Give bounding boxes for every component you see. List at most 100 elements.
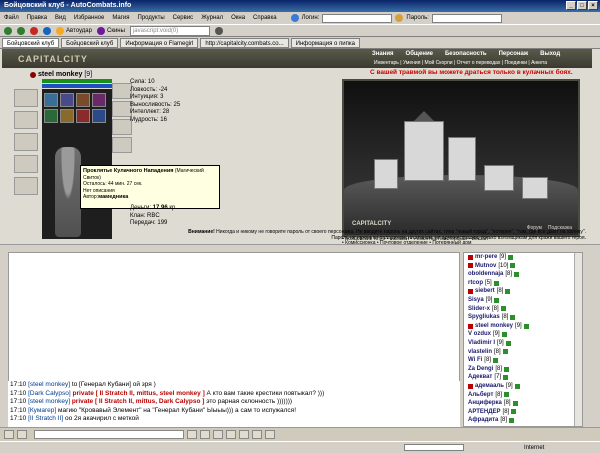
user-list-item[interactable]: Vladimir I [9] xyxy=(468,339,582,348)
login-input[interactable] xyxy=(322,13,393,23)
user-list-item[interactable]: Анциферка [8] xyxy=(468,399,582,408)
item-slot-right-1[interactable] xyxy=(112,83,132,99)
chat-input[interactable] xyxy=(34,430,184,439)
exit-chat-button[interactable] xyxy=(265,430,275,439)
user-list-item[interactable]: Альберт [8] xyxy=(468,391,582,400)
user-list-item[interactable]: steel monkey [9] xyxy=(468,322,582,331)
search-button[interactable] xyxy=(214,26,223,35)
info-icon[interactable] xyxy=(510,263,516,269)
address-input[interactable]: javascript:void(0) xyxy=(129,25,210,36)
info-icon[interactable] xyxy=(514,383,520,389)
menu-view[interactable]: Вид xyxy=(55,15,66,21)
user-list-item[interactable]: Wi Fi [8] xyxy=(468,356,582,365)
menu-magic[interactable]: Магия xyxy=(112,15,129,21)
info-icon[interactable] xyxy=(492,357,498,363)
character-name[interactable]: steel monkey [9] xyxy=(30,71,92,78)
user-list-item[interactable]: Mutnov [10] xyxy=(468,262,582,271)
info-icon[interactable] xyxy=(501,332,507,338)
item-slot-right-3[interactable] xyxy=(112,119,132,135)
smiles-button[interactable] xyxy=(200,430,210,439)
info-icon[interactable] xyxy=(508,254,514,260)
autosave-button[interactable]: Автоудар xyxy=(56,26,92,35)
info-icon[interactable] xyxy=(523,323,529,329)
clan-info[interactable]: Клан: RBC xyxy=(130,213,177,221)
item-slot-left-5[interactable] xyxy=(14,177,38,195)
nav-exit[interactable]: Выход xyxy=(540,51,560,57)
menu-products[interactable]: Продукты xyxy=(138,15,165,21)
tab-info-pipka[interactable]: Информация о пипка xyxy=(290,37,361,48)
menu-favorites[interactable]: Избранное xyxy=(74,15,104,21)
menu-windows[interactable]: Окна xyxy=(231,15,245,21)
equipment-slot-scroll-5[interactable] xyxy=(76,109,90,123)
user-list-item[interactable]: Spygliukas [8] xyxy=(468,313,582,322)
info-icon[interactable] xyxy=(493,280,499,286)
back-button[interactable] xyxy=(4,26,12,35)
skins-button[interactable]: Скины xyxy=(96,26,125,35)
minimize-icon[interactable]: _ xyxy=(566,1,576,10)
user-list-item[interactable]: Sisya [9] xyxy=(468,296,582,305)
info-icon[interactable] xyxy=(503,375,509,381)
user-list-item[interactable]: Za Dengi [8] xyxy=(468,365,582,374)
equipment-slot-scroll-4[interactable] xyxy=(60,109,74,123)
equipment-slot-scroll-2[interactable] xyxy=(92,93,106,107)
user-list-item[interactable]: V ozdux [9] xyxy=(468,330,582,339)
user-list-item[interactable]: oboldennaja [8] xyxy=(468,270,582,279)
info-icon[interactable] xyxy=(514,271,520,277)
send-button[interactable] xyxy=(187,430,197,439)
filter-button[interactable] xyxy=(226,430,236,439)
tab-capitalcity[interactable]: http://capitalcity.combats.co... xyxy=(200,37,289,48)
info-icon[interactable] xyxy=(509,418,515,424)
user-list-item[interactable]: АРТЕНДЕР [8] xyxy=(468,408,582,417)
refresh-button[interactable] xyxy=(43,26,51,35)
shop-building[interactable] xyxy=(374,159,398,189)
tab-fightclub-1[interactable]: Бойцовский клуб xyxy=(2,37,60,48)
station-building[interactable] xyxy=(522,177,548,199)
user-list-item[interactable]: Афрадита [8] xyxy=(468,416,582,425)
user-list-item[interactable]: Адекват [7] xyxy=(468,373,582,382)
maximize-icon[interactable]: □ xyxy=(577,1,587,10)
chat-button-2[interactable] xyxy=(17,430,27,439)
user-list-item[interactable]: mr-pere [9] xyxy=(468,253,582,262)
item-slot-left-1[interactable] xyxy=(14,89,38,107)
forward-button[interactable] xyxy=(17,26,25,35)
user-list-item[interactable]: Slider-x [8] xyxy=(468,305,582,314)
menu-service[interactable]: Сервис xyxy=(173,15,194,21)
clear-button[interactable] xyxy=(213,430,223,439)
info-icon[interactable] xyxy=(505,289,511,295)
menu-edit[interactable]: Правка xyxy=(27,15,47,21)
nav-character[interactable]: Персонаж xyxy=(499,51,529,57)
info-icon[interactable] xyxy=(502,349,508,355)
menu-help[interactable]: Справка xyxy=(253,15,277,21)
item-slot-left-4[interactable] xyxy=(14,155,38,173)
tower-building[interactable] xyxy=(448,137,476,181)
castle-building[interactable] xyxy=(404,121,444,181)
user-list-item[interactable]: vlastelin [8] xyxy=(468,348,582,357)
menu-file[interactable]: Файл xyxy=(4,15,19,21)
close-icon[interactable]: × xyxy=(588,1,598,10)
password-input[interactable] xyxy=(431,13,502,23)
info-icon[interactable] xyxy=(511,409,517,415)
user-list-item[interactable]: siebert [8] xyxy=(468,287,582,296)
equipment-slot-scroll-1[interactable] xyxy=(76,93,90,107)
info-icon[interactable] xyxy=(500,306,506,312)
info-icon[interactable] xyxy=(504,392,510,398)
user-list-item[interactable]: адемааль [9] xyxy=(468,382,582,391)
city-view[interactable]: CAPITALCITY Форум Подсказка xyxy=(342,79,580,237)
info-icon[interactable] xyxy=(510,314,516,320)
chat-button-1[interactable] xyxy=(4,430,14,439)
refresh-chat-button[interactable] xyxy=(252,430,262,439)
nav-communication[interactable]: Общение xyxy=(406,51,433,57)
settings-button[interactable] xyxy=(239,430,249,439)
tab-fightclub-2[interactable]: Бойцовский клуб xyxy=(61,37,119,48)
nav-knowledge[interactable]: Знания xyxy=(372,51,394,57)
equipment-slot-helmet[interactable] xyxy=(44,93,58,107)
nav-security[interactable]: Безопасность xyxy=(445,51,487,57)
equipment-slot-amulet[interactable] xyxy=(60,93,74,107)
item-slot-right-2[interactable] xyxy=(112,101,132,117)
menu-journal[interactable]: Журнал xyxy=(201,15,223,21)
info-icon[interactable] xyxy=(505,340,511,346)
item-slot-left-3[interactable] xyxy=(14,133,38,151)
equipment-slot-scroll-6[interactable] xyxy=(92,109,106,123)
user-list-item[interactable]: rtcop [5] xyxy=(468,279,582,288)
stop-button[interactable] xyxy=(30,26,38,35)
